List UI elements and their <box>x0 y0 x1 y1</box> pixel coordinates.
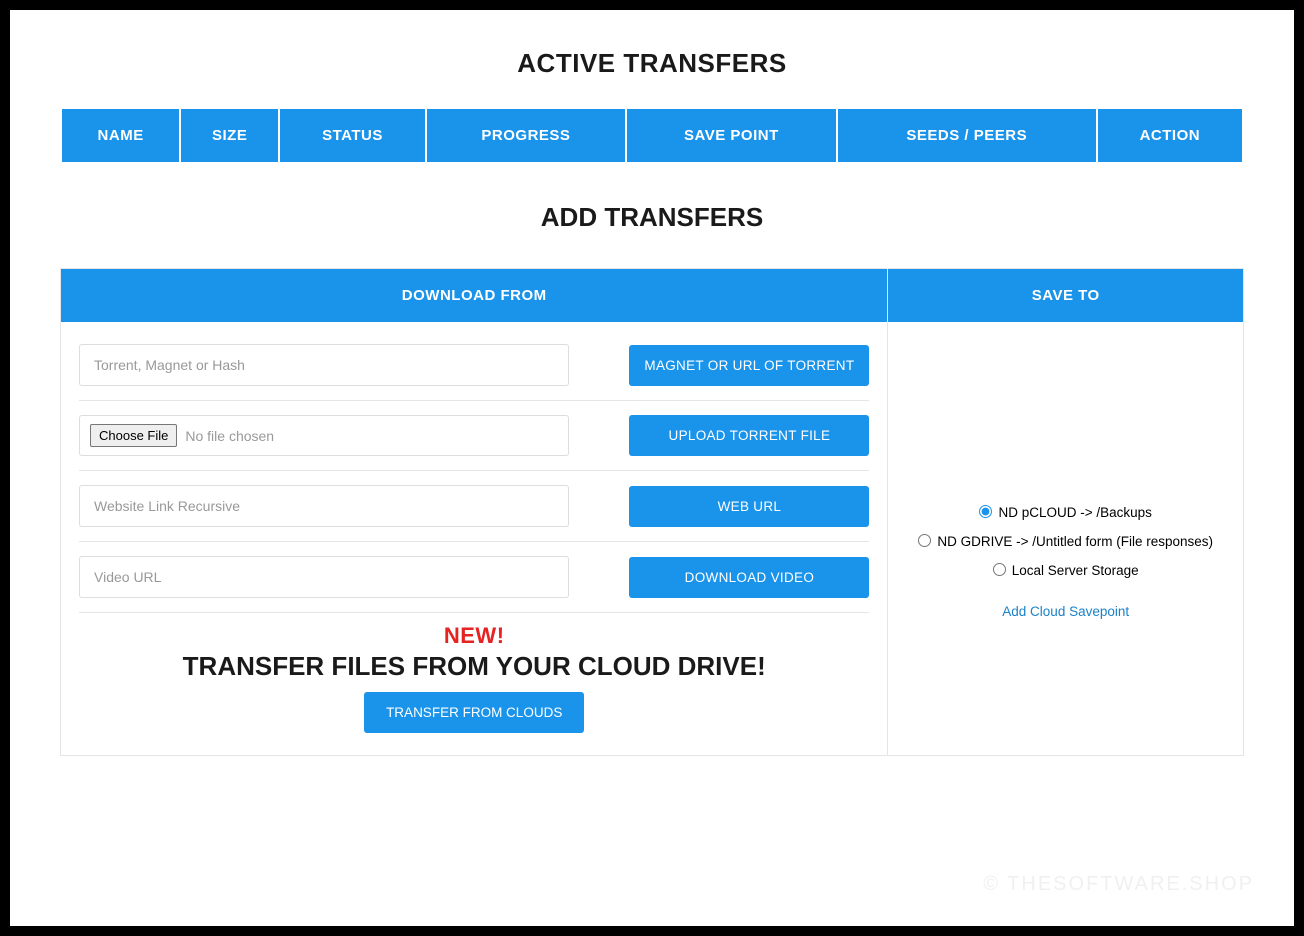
savepoint-option-local[interactable]: Local Server Storage <box>908 560 1223 583</box>
savepoint-label-local[interactable]: Local Server Storage <box>1012 560 1139 583</box>
weburl-row: WEB URL <box>79 471 869 542</box>
upload-file-row: Choose File No file chosen UPLOAD TORREN… <box>79 401 869 471</box>
download-video-button[interactable]: DOWNLOAD VIDEO <box>629 557 869 598</box>
col-action[interactable]: ACTION <box>1098 109 1242 162</box>
col-savepoint[interactable]: SAVE POINT <box>627 109 836 162</box>
transfer-from-clouds-button[interactable]: TRANSFER FROM CLOUDS <box>364 692 584 733</box>
col-name[interactable]: NAME <box>62 109 179 162</box>
add-cloud-savepoint-link[interactable]: Add Cloud Savepoint <box>908 601 1223 624</box>
upload-torrent-button[interactable]: UPLOAD TORRENT FILE <box>629 415 869 456</box>
col-seeds-peers[interactable]: SEEDS / PEERS <box>838 109 1096 162</box>
download-from-column: DOWNLOAD FROM MAGNET OR URL OF TORRENT C… <box>61 269 888 755</box>
weburl-input[interactable] <box>79 485 569 527</box>
download-from-header: DOWNLOAD FROM <box>61 269 887 322</box>
add-transfers-panel: DOWNLOAD FROM MAGNET OR URL OF TORRENT C… <box>60 268 1244 756</box>
add-transfers-title: ADD TRANSFERS <box>60 202 1244 233</box>
video-row: DOWNLOAD VIDEO <box>79 542 869 613</box>
savepoint-label-pcloud[interactable]: ND pCLOUD -> /Backups <box>998 502 1151 525</box>
video-url-input[interactable] <box>79 556 569 598</box>
watermark: © THESOFTWARE.SHOP <box>983 873 1254 896</box>
magnet-url-button[interactable]: MAGNET OR URL OF TORRENT <box>629 345 869 386</box>
active-transfers-title: ACTIVE TRANSFERS <box>60 48 1244 79</box>
savepoint-label-gdrive[interactable]: ND GDRIVE -> /Untitled form (File respon… <box>937 531 1213 554</box>
savepoint-radio-local[interactable] <box>993 563 1006 576</box>
new-badge: NEW! <box>79 623 869 649</box>
savepoint-option-pcloud[interactable]: ND pCLOUD -> /Backups <box>908 502 1223 525</box>
torrent-url-row: MAGNET OR URL OF TORRENT <box>79 344 869 401</box>
torrent-url-input[interactable] <box>79 344 569 386</box>
savepoint-radio-gdrive[interactable] <box>918 534 931 547</box>
save-to-header: SAVE TO <box>888 269 1243 322</box>
col-progress[interactable]: PROGRESS <box>427 109 625 162</box>
save-to-column: SAVE TO ND pCLOUD -> /Backups ND GDRIVE … <box>888 269 1243 755</box>
app-frame: ACTIVE TRANSFERS NAME SIZE STATUS PROGRE… <box>10 10 1294 926</box>
col-size[interactable]: SIZE <box>181 109 278 162</box>
file-input-wrap[interactable]: Choose File No file chosen <box>79 415 569 456</box>
col-status[interactable]: STATUS <box>280 109 425 162</box>
choose-file-button[interactable]: Choose File <box>90 424 177 447</box>
no-file-chosen-label: No file chosen <box>185 428 274 444</box>
savepoint-radio-pcloud[interactable] <box>979 505 992 518</box>
weburl-button[interactable]: WEB URL <box>629 486 869 527</box>
transfer-cloud-title: TRANSFER FILES FROM YOUR CLOUD DRIVE! <box>79 651 869 682</box>
savepoint-option-gdrive[interactable]: ND GDRIVE -> /Untitled form (File respon… <box>908 531 1223 554</box>
active-transfers-table: NAME SIZE STATUS PROGRESS SAVE POINT SEE… <box>60 109 1244 162</box>
transfer-cloud-section: NEW! TRANSFER FILES FROM YOUR CLOUD DRIV… <box>79 613 869 733</box>
